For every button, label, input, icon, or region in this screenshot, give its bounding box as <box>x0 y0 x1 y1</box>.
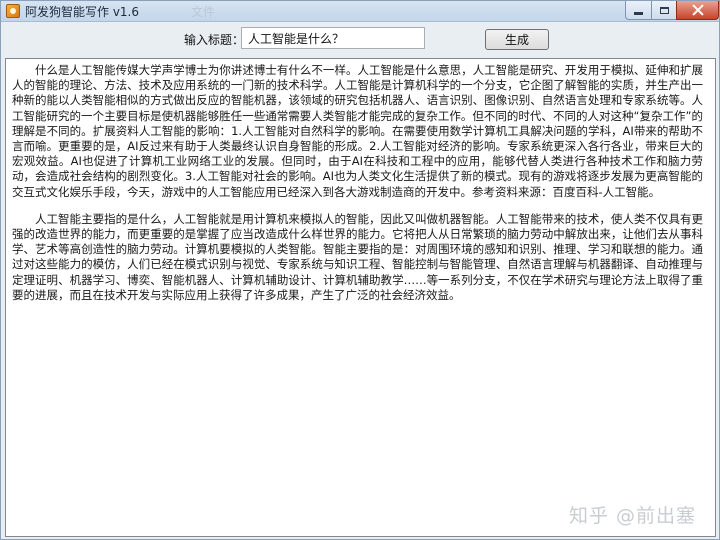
title-input[interactable] <box>241 27 425 49</box>
maximize-button[interactable] <box>651 1 677 20</box>
output-paragraph: 什么是人工智能传媒大学声学博士为你讲述博士有什么不一样。人工智能是什么意思，人工… <box>12 63 703 199</box>
close-button[interactable] <box>676 1 719 20</box>
title-bar[interactable]: 阿发狗智能写作 v1.6 文件 <box>1 1 719 22</box>
title-label: 输入标题： <box>184 33 245 47</box>
minimize-button[interactable] <box>625 1 652 20</box>
window-title: 阿发狗智能写作 v1.6 <box>25 5 140 19</box>
app-logo-icon <box>6 4 20 18</box>
app-window: 阿发狗智能写作 v1.6 文件 输入标题： 生成 什么是人工智能传媒大学声学博士… <box>0 0 720 540</box>
maximize-icon <box>659 6 669 14</box>
watermark: 知乎 @前出塞 <box>569 505 697 527</box>
output-textarea[interactable]: 什么是人工智能传媒大学声学博士为你讲述博士有什么不一样。人工智能是什么意思，人工… <box>5 58 716 537</box>
close-icon <box>692 4 704 16</box>
minimize-icon <box>634 11 643 15</box>
background-window-title: 文件 <box>191 5 216 19</box>
output-paragraph: 人工智能主要指的是什么，人工智能就是用计算机来模拟人的智能，因此又叫做机器智能。… <box>12 211 703 302</box>
generate-button[interactable]: 生成 <box>485 29 549 50</box>
